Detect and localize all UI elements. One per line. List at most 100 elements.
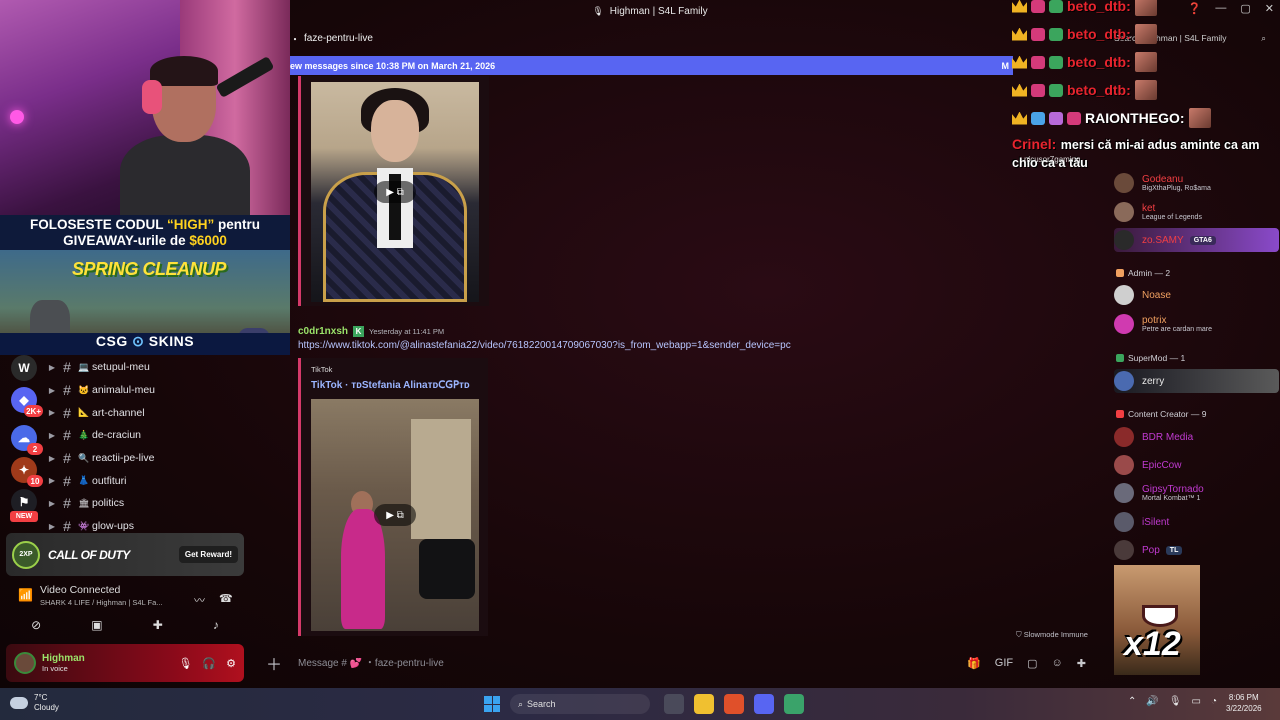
member-item[interactable]: potrix Petre are cardan mare <box>1114 314 1279 334</box>
voice-channel-path[interactable]: SHARK 4 LIFE / Highman | S4L Fa... <box>40 598 163 607</box>
promo-line-2: GIVEAWAY-urile de $6000 <box>0 233 290 248</box>
member-item[interactable]: Pop TL <box>1114 540 1279 560</box>
browser-icon[interactable] <box>784 694 804 714</box>
cloud-icon <box>10 697 28 709</box>
screen-share-icon[interactable]: ▣ <box>91 618 102 632</box>
channel-emoji: 👗 <box>78 475 90 486</box>
taskbar-search[interactable]: ⌕ Search <box>510 694 650 714</box>
soundboard-icon[interactable]: ♪ <box>213 618 219 632</box>
message-link[interactable]: https://www.tiktok.com/@alinastefania22/… <box>298 340 791 351</box>
member-item[interactable]: BDR Media <box>1114 427 1279 447</box>
headphones-icon[interactable]: 🎧 <box>202 657 216 670</box>
channel-emoji: 📐 <box>78 407 90 418</box>
channel-title: faze-pentru-live <box>304 32 373 44</box>
role-group-header: Admin — 2 <box>1116 268 1170 278</box>
cod-reward-banner: 2XP CALL OF DUTY Get Reward! <box>6 533 244 576</box>
avatar[interactable] <box>14 652 36 674</box>
play-icon[interactable]: ▶ ⧉ <box>374 181 416 203</box>
member-item[interactable]: EpicCow <box>1114 455 1279 475</box>
activities-icon[interactable]: ✚ <box>153 618 163 632</box>
thread-icon: ・ <box>290 34 300 46</box>
channel-item[interactable]: ▶ # 🎄 de-craciun <box>46 424 246 447</box>
member-item[interactable]: Godeanu BigXthaPlug, Ro$ama <box>1114 173 1279 193</box>
double-xp-icon: 2XP <box>12 540 40 569</box>
gift-icon[interactable]: 🎁 <box>967 657 981 670</box>
microphone-icon[interactable]: 🎙 <box>178 657 192 670</box>
apps-icon[interactable]: ✚ <box>1077 657 1086 670</box>
slowmode-indicator: ⛉ Slowmode Immune <box>1016 630 1088 640</box>
play-icon[interactable]: ▶ ⧉ <box>374 504 416 526</box>
channel-item[interactable]: ▶ # 👗 outfituri <box>46 469 246 492</box>
gif-icon[interactable]: GIF <box>995 657 1013 670</box>
server-icon[interactable]: W <box>11 355 37 381</box>
embed-provider[interactable]: TikTok <box>311 365 478 374</box>
task-view-icon[interactable] <box>664 694 684 714</box>
member-item[interactable]: Noase <box>1114 285 1279 305</box>
member-item[interactable]: GipsyTornado Mortal Kombat™ 1 <box>1114 483 1279 503</box>
guild-tag: TL <box>1165 545 1183 555</box>
member-item[interactable]: ket League of Legends <box>1114 202 1279 222</box>
emote-mouth <box>1142 605 1178 627</box>
windows-start-icon[interactable] <box>484 696 500 712</box>
server-icon[interactable]: ☁ 2 <box>11 425 43 455</box>
channel-name: setupul-meu <box>92 361 150 374</box>
clock[interactable]: 8:06 PM 3/22/2026 <box>1226 692 1262 714</box>
get-reward-button[interactable]: Get Reward! <box>178 546 238 563</box>
discord-icon[interactable] <box>754 694 774 714</box>
embed-title[interactable]: TikTok · ᴛᴅStefania Alinaᴛᴅ𝖢𝖦𝖯ᴛᴅ <box>311 380 478 391</box>
system-tray: ⌃ 🔊 🎙 ▭ ◔ <box>1128 696 1217 707</box>
brave-icon[interactable] <box>724 694 744 714</box>
spring-cleanup-title: SPRING CLEANUP <box>72 259 227 279</box>
guild-tag: GTA6 <box>1189 235 1216 245</box>
channel-emoji: 💻 <box>78 361 90 372</box>
noise-suppression-icon[interactable]: 〰 <box>194 592 205 608</box>
weather-widget[interactable]: 7°C Cloudy <box>10 693 59 713</box>
cod-title: CALL OF DUTY <box>48 547 130 562</box>
chevron-up-icon[interactable]: ⌃ <box>1128 696 1136 707</box>
message-author[interactable]: c0dr1nxsh <box>298 326 348 337</box>
message-input[interactable] <box>298 657 858 669</box>
new-messages-bar[interactable]: ew messages since 10:38 PM on March 21, … <box>290 56 1013 75</box>
chat-author: beto_dtb: <box>1067 26 1131 42</box>
emoji-icon[interactable]: ☺ <box>1052 657 1063 670</box>
user-panel: Highman In voice 🎙 🎧 ⚙ <box>6 644 244 682</box>
channel-item[interactable]: ▶ # 💻 setupul-meu <box>46 356 246 379</box>
brand-text: SKINS <box>148 333 195 349</box>
channel-name: reactii-pe-live <box>92 452 155 465</box>
emote-multiplier: x12 <box>1124 625 1181 663</box>
discord-window: 🎙 Highman | S4L Family ❓ — ▢ ✕ FOLOSESTE… <box>0 0 1280 720</box>
hash-icon: # <box>63 450 71 467</box>
sticker-icon[interactable]: ▢ <box>1027 657 1037 670</box>
gear-icon[interactable]: ⚙ <box>226 657 236 670</box>
display-icon[interactable]: ▭ <box>1192 696 1201 707</box>
chevron-right-icon: ▶ <box>48 453 56 463</box>
file-explorer-icon[interactable] <box>694 694 714 714</box>
video-thumbnail[interactable]: ▶ ⧉ <box>311 82 479 302</box>
server-icon[interactable]: ✦ 10 <box>11 457 43 487</box>
supermod-role-icon <box>1116 354 1124 362</box>
member-name: Godeanu <box>1142 174 1184 185</box>
server-icon[interactable]: ◆ 2K+ <box>11 387 43 417</box>
member-item[interactable]: zo.SAMY GTA6 <box>1114 228 1279 252</box>
camera-off-icon[interactable]: ⊘ <box>31 618 41 632</box>
member-item[interactable]: iSilent <box>1114 512 1279 532</box>
unread-badge: 2K+ <box>24 405 43 417</box>
chat-message: beto_dtb: <box>1012 52 1157 72</box>
window-title: 🎙 Highman | S4L Family <box>592 6 707 17</box>
channel-item[interactable]: ▶ # 🔍 reactii-pe-live <box>46 447 246 470</box>
mod-badge-icon <box>1049 0 1063 13</box>
promo-amount: $6000 <box>189 233 227 248</box>
chat-message: beto_dtb: <box>1012 0 1157 16</box>
plus-icon[interactable]: ＋ <box>266 651 290 675</box>
video-thumbnail[interactable]: ▶ ⧉ <box>311 399 479 631</box>
microphone-icon[interactable]: 🎙 <box>1169 696 1182 707</box>
speaker-icon[interactable]: 🔊 <box>1146 696 1158 707</box>
member-item[interactable]: zerry <box>1114 369 1279 393</box>
channel-item[interactable]: ▶ # 🏛 politics <box>46 492 246 515</box>
channel-item[interactable]: ▶ # 🐱 animalul-meu <box>46 379 246 402</box>
channel-list: ▶ # 💻 setupul-meu ▶ # 🐱 animalul-meu ▶ # 📐 art-ch… <box>46 356 246 534</box>
disconnect-icon[interactable]: ☎ <box>219 592 233 605</box>
channel-item[interactable]: ▶ # 📐 art-channel <box>46 401 246 424</box>
member-name: potrix <box>1142 315 1167 326</box>
wifi-icon[interactable]: ◔ <box>1211 696 1217 707</box>
